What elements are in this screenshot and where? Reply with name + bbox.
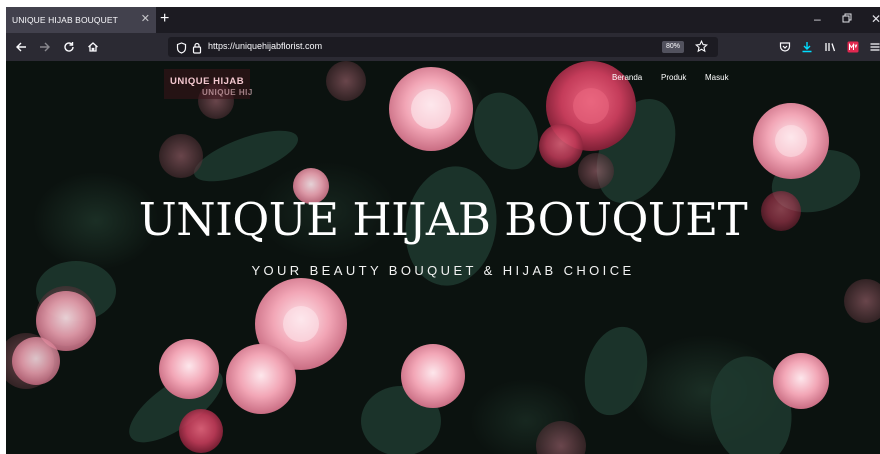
navigation-toolbar: https://uniquehijabflorist.com 80% [6, 33, 880, 61]
close-icon[interactable]: ✕ [141, 14, 150, 25]
nav-link-beranda[interactable]: Beranda [612, 73, 642, 82]
reload-icon[interactable] [60, 38, 78, 56]
nav-link-produk[interactable]: Produk [661, 73, 686, 82]
tab-title: UNIQUE HIJAB BOUQUET [12, 15, 118, 25]
plus-icon[interactable]: + [160, 11, 169, 27]
page-viewport: UNIQUE HIJAB UNIQUE HIJ Beranda Produk M… [6, 61, 880, 454]
site-logo[interactable]: UNIQUE HIJAB UNIQUE HIJ [164, 69, 253, 99]
library-icon[interactable] [821, 38, 839, 56]
pocket-icon[interactable] [776, 38, 794, 56]
nav-link-masuk[interactable]: Masuk [705, 73, 729, 82]
browser-window: UNIQUE HIJAB BOUQUET ✕ + – ✕ https://uni… [6, 7, 880, 454]
window-close-icon[interactable]: ✕ [871, 12, 880, 26]
restore-icon[interactable] [842, 12, 852, 26]
menu-icon[interactable] [866, 38, 880, 56]
url-bar[interactable]: https://uniquehijabflorist.com 80% [168, 37, 718, 57]
zoom-level-badge[interactable]: 80% [662, 41, 685, 53]
minimize-icon[interactable]: – [814, 12, 821, 26]
hero-title: UNIQUE HIJAB BOUQUET [138, 193, 748, 246]
lock-icon[interactable] [192, 41, 202, 59]
home-icon[interactable] [84, 38, 102, 56]
forward-icon[interactable] [36, 38, 54, 56]
flower-background [6, 61, 880, 454]
extension-icon[interactable] [844, 38, 862, 56]
site-logo-echo-text: UNIQUE HIJ [202, 88, 253, 97]
star-icon[interactable] [694, 39, 709, 58]
download-icon[interactable] [798, 38, 816, 56]
site-logo-text: UNIQUE HIJAB [170, 76, 245, 87]
url-text[interactable]: https://uniquehijabflorist.com [208, 41, 322, 51]
browser-tab[interactable]: UNIQUE HIJAB BOUQUET ✕ [6, 7, 156, 33]
hero-subtitle: YOUR BEAUTY BOUQUET & HIJAB CHOICE [251, 263, 635, 278]
shield-icon[interactable] [176, 41, 187, 59]
tab-strip: UNIQUE HIJAB BOUQUET ✕ + – ✕ [6, 7, 880, 33]
back-icon[interactable] [12, 38, 30, 56]
